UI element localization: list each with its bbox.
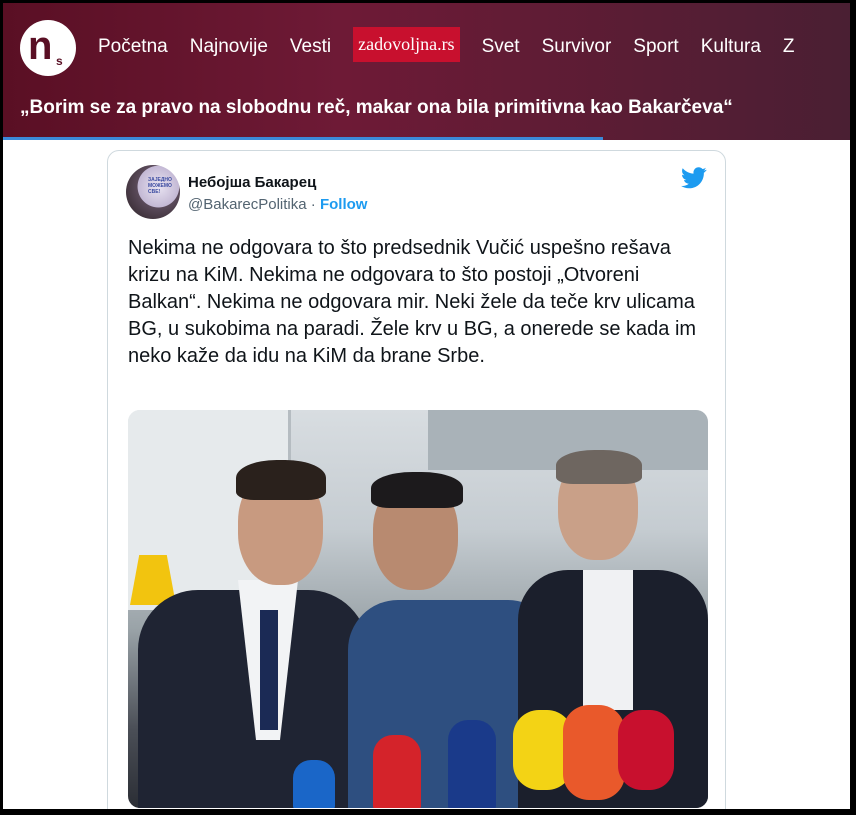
separator: · — [306, 196, 320, 213]
reading-progress-bar — [3, 137, 603, 140]
nav-item-survivor[interactable]: Survivor — [542, 36, 612, 58]
avatar[interactable]: ЗАЈЕДНО МОЖЕМО СВЕ! — [126, 165, 180, 219]
photo-mic-red — [373, 735, 421, 808]
nav-item-pocetna[interactable]: Početna — [98, 36, 168, 58]
tweet-author-name[interactable]: Небојша Бакарец — [188, 174, 316, 191]
photo-mic-dark-red — [618, 710, 674, 790]
photo-person-left-hair — [236, 460, 326, 500]
main-nav: Početna Najnovije Vesti zadovoljna.rs Sv… — [98, 27, 817, 62]
logo-s-icon: s — [56, 54, 63, 68]
tweet-photo[interactable] — [128, 410, 708, 808]
twitter-bird-icon[interactable] — [681, 167, 707, 189]
photo-mic-hrt — [448, 720, 496, 808]
site-header: n s Početna Najnovije Vesti zadovoljna.r… — [3, 3, 850, 140]
nav-item-svet[interactable]: Svet — [482, 36, 520, 58]
photo-person-right-hair — [556, 450, 642, 484]
photo-person-middle-hair — [371, 472, 463, 508]
follow-button[interactable]: Follow — [320, 196, 368, 213]
nav-item-kultura[interactable]: Kultura — [701, 36, 761, 58]
nav-item-zadovoljna[interactable]: zadovoljna.rs — [353, 27, 460, 62]
tweet-text: Nekima ne odgovara to što predsednik Vuč… — [128, 237, 697, 367]
tweet-handle-line: @BakarecPolitika · Follow — [188, 196, 367, 213]
nav-item-z[interactable]: Z — [783, 36, 795, 58]
nova-logo[interactable]: n s — [20, 20, 76, 76]
nav-item-sport[interactable]: Sport — [633, 36, 678, 58]
tweet-author-handle[interactable]: @BakarecPolitika — [188, 196, 307, 213]
embedded-tweet: ЗАЈЕДНО МОЖЕМО СВЕ! Небојша Бакарец @Bak… — [107, 150, 726, 809]
nav-item-najnovije[interactable]: Najnovije — [190, 36, 268, 58]
photo-mic-orange — [563, 705, 625, 800]
article-headline: „Borim se za pravo na slobodnu reč, maka… — [20, 97, 733, 118]
photo-person-left-tie — [260, 610, 278, 730]
photo-person-right-shirt — [583, 570, 633, 710]
photo-mic-n1 — [293, 760, 335, 808]
nav-item-vesti[interactable]: Vesti — [290, 36, 331, 58]
avatar-slogan: ЗАЈЕДНО МОЖЕМО СВЕ! — [148, 177, 172, 195]
logo-n-icon: n — [28, 24, 53, 68]
page-frame: n s Početna Najnovije Vesti zadovoljna.r… — [3, 3, 850, 809]
